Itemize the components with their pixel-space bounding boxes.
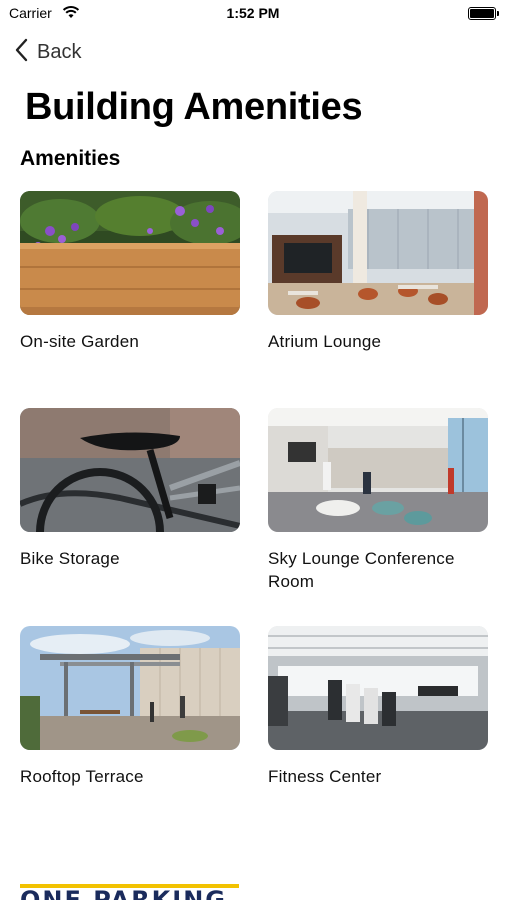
- sky-lounge-image: [268, 408, 488, 532]
- amenity-label: Atrium Lounge: [268, 332, 382, 351]
- amenity-card-bike-storage[interactable]: Bike Storage: [20, 408, 240, 570]
- amenity-card-rooftop-terrace[interactable]: Rooftop Terrace: [20, 626, 240, 788]
- amenity-label: Bike Storage: [20, 549, 120, 568]
- back-button[interactable]: Back: [14, 38, 81, 66]
- page-title: Building Amenities: [25, 86, 363, 128]
- battery-icon: [468, 7, 499, 20]
- status-bar: Carrier 1:52 PM: [0, 0, 506, 28]
- bike-image: [20, 408, 240, 532]
- logo-text: ONE PARKING: [20, 886, 227, 900]
- fitness-image: [268, 626, 488, 750]
- rooftop-image: [20, 626, 240, 750]
- garden-image: [20, 191, 240, 315]
- atrium-image: [268, 191, 488, 315]
- amenity-label: Sky Lounge Conference Room: [268, 549, 455, 591]
- amenity-label: Rooftop Terrace: [20, 767, 144, 786]
- section-title: Amenities: [20, 147, 121, 170]
- amenity-label: Fitness Center: [268, 767, 382, 786]
- one-parking-logo: ONE PARKING: [20, 884, 239, 900]
- amenity-card-garden[interactable]: On-site Garden: [20, 191, 240, 353]
- clock: 1:52 PM: [226, 5, 280, 21]
- amenity-card-sky-lounge[interactable]: Sky Lounge Conference Room: [268, 408, 488, 593]
- amenity-card-fitness-center[interactable]: Fitness Center: [268, 626, 488, 788]
- amenity-card-atrium[interactable]: Atrium Lounge: [268, 191, 488, 353]
- chevron-left-icon: [14, 38, 28, 67]
- amenity-label: On-site Garden: [20, 332, 140, 351]
- back-label: Back: [37, 40, 82, 63]
